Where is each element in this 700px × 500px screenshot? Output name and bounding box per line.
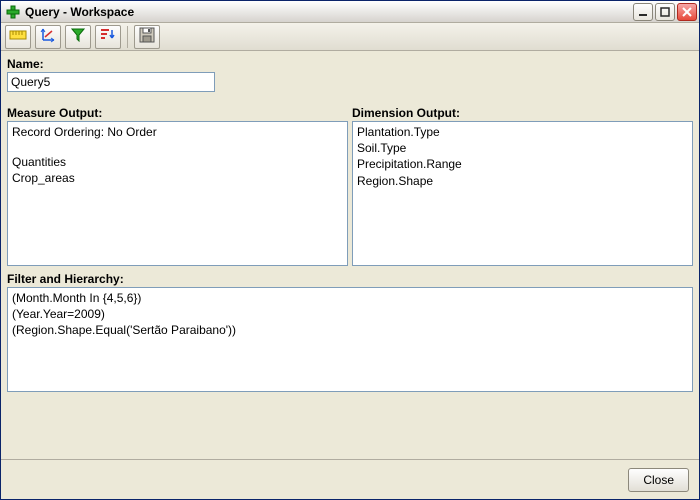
window-controls — [633, 3, 697, 21]
filter-tool-button[interactable] — [65, 25, 91, 49]
dimension-output-column: Dimension Output: Plantation.Type Soil.T… — [352, 106, 693, 266]
measure-output-list[interactable]: Record Ordering: No Order Quantities Cro… — [7, 121, 348, 266]
app-plus-icon — [5, 4, 21, 20]
dimension-output-label: Dimension Output: — [352, 106, 693, 120]
list-item: Quantities — [12, 154, 343, 170]
measure-output-column: Measure Output: Record Ordering: No Orde… — [7, 106, 348, 266]
list-item: Plantation.Type — [357, 124, 688, 140]
axes-tool-button[interactable] — [35, 25, 61, 49]
name-input[interactable] — [7, 72, 215, 92]
output-row: Measure Output: Record Ordering: No Orde… — [7, 106, 693, 266]
name-section: Name: — [7, 57, 693, 92]
list-item: Crop_areas — [12, 170, 343, 186]
titlebar: Query - Workspace — [1, 1, 699, 23]
ruler-icon — [9, 28, 27, 45]
filter-line: (Region.Shape.Equal('Sertão Paraibano')) — [12, 322, 688, 338]
name-label: Name: — [7, 57, 693, 71]
filter-line: (Month.Month In {4,5,6}) — [12, 290, 688, 306]
sort-icon — [100, 28, 116, 45]
query-workspace-window: Query - Workspace — [0, 0, 700, 500]
maximize-button[interactable] — [655, 3, 675, 21]
list-item: Precipitation.Range — [357, 156, 688, 172]
toolbar-separator — [127, 26, 128, 48]
measure-tool-button[interactable] — [5, 25, 31, 49]
filter-hierarchy-list[interactable]: (Month.Month In {4,5,6}) (Year.Year=2009… — [7, 287, 693, 392]
axes-icon — [40, 27, 56, 46]
dimension-output-list[interactable]: Plantation.Type Soil.Type Precipitation.… — [352, 121, 693, 266]
measure-output-label: Measure Output: — [7, 106, 348, 120]
sort-tool-button[interactable] — [95, 25, 121, 49]
toolbar — [1, 23, 699, 51]
window-title: Query - Workspace — [25, 5, 633, 19]
filter-hierarchy-label: Filter and Hierarchy: — [7, 272, 693, 286]
list-item: Soil.Type — [357, 140, 688, 156]
close-window-button[interactable] — [677, 3, 697, 21]
save-icon — [139, 27, 155, 46]
filter-line: (Year.Year=2009) — [12, 306, 688, 322]
content-area: Name: Measure Output: Record Ordering: N… — [1, 51, 699, 459]
close-button[interactable]: Close — [628, 468, 689, 492]
funnel-icon — [71, 28, 85, 45]
list-item: Region.Shape — [357, 173, 688, 189]
minimize-button[interactable] — [633, 3, 653, 21]
filter-hierarchy-section: Filter and Hierarchy: (Month.Month In {4… — [7, 272, 693, 392]
spacer — [12, 140, 343, 154]
save-tool-button[interactable] — [134, 25, 160, 49]
footer: Close — [1, 459, 699, 499]
record-ordering-line: Record Ordering: No Order — [12, 124, 343, 140]
